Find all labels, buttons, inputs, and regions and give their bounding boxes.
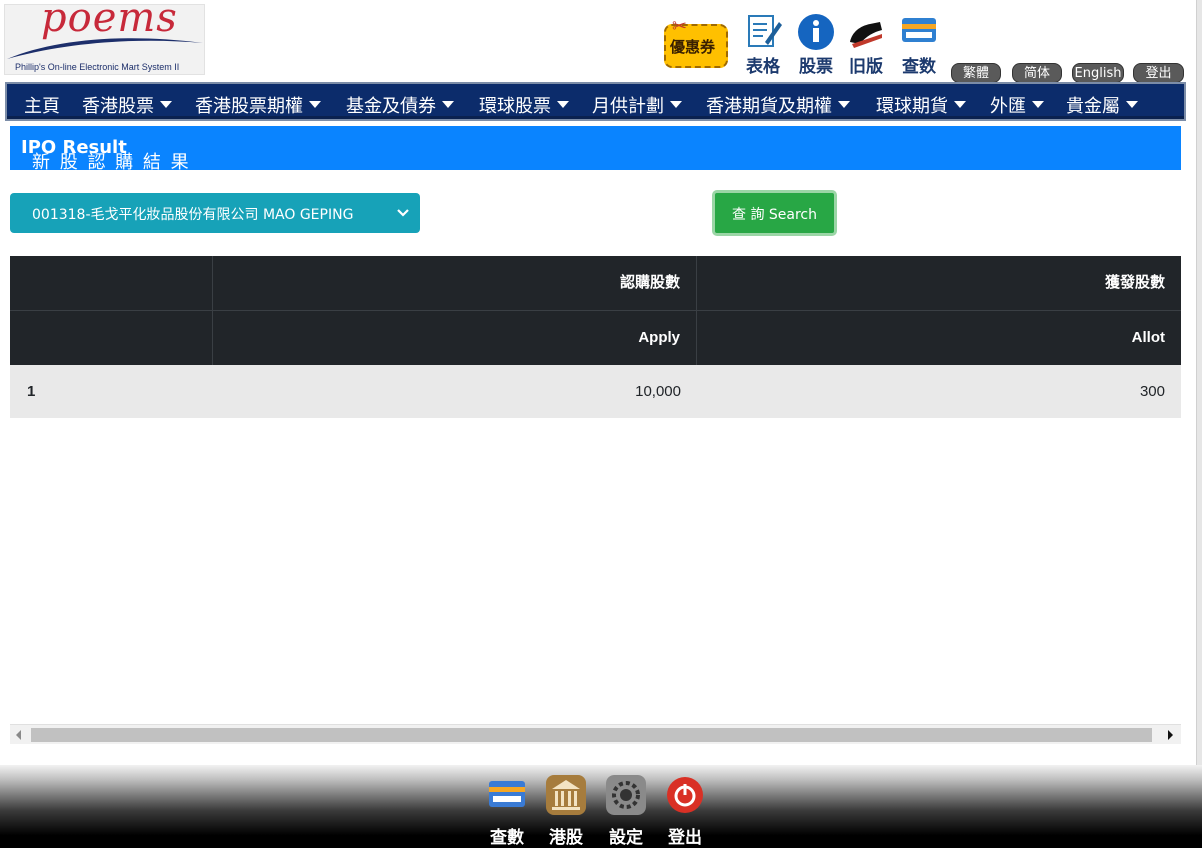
- chevron-down-icon: [1126, 101, 1138, 108]
- bottom-hk-stock-label: 港股: [549, 828, 583, 848]
- form-button[interactable]: 表格: [738, 10, 788, 77]
- horizontal-scrollbar[interactable]: [10, 724, 1181, 744]
- chevron-down-icon: [557, 101, 569, 108]
- chevron-down-icon: [309, 101, 321, 108]
- chevron-down-icon: [160, 101, 172, 108]
- coupon-button[interactable]: ✂ 優惠券: [664, 16, 728, 68]
- lang-simplified-button[interactable]: 简体: [1012, 63, 1062, 83]
- bottom-settings-label: 設定: [609, 828, 643, 848]
- nav-forex[interactable]: 外匯: [990, 92, 1044, 118]
- header-apply-zh: 認購股數: [213, 256, 697, 310]
- table-header-row: 認購股數 獲發股數: [10, 256, 1181, 310]
- nav-precious-metals[interactable]: 貴金屬: [1066, 92, 1138, 118]
- page-title-bar: 新 股 認 購 結 果 IPO Result: [10, 126, 1181, 173]
- chevron-down-icon: [670, 101, 682, 108]
- logo-swoosh-icon: [7, 38, 203, 59]
- logo-tagline: Phillip's On-line Electronic Mart System…: [15, 62, 180, 72]
- account-query-icon: [489, 781, 525, 807]
- bottom-toolbar: 查數 港股 設定 登出: [0, 765, 1202, 848]
- form-icon: [748, 15, 782, 47]
- header-allot-en: Allot: [1131, 329, 1165, 346]
- chevron-down-icon: [1032, 101, 1044, 108]
- row-index: 1: [27, 383, 36, 400]
- account-label: 查数: [902, 57, 936, 77]
- nav-global-stocks[interactable]: 環球股票: [479, 92, 569, 118]
- scroll-left-icon[interactable]: [16, 730, 21, 740]
- settings-icon: [606, 775, 646, 815]
- nav-global-futures[interactable]: 環球期貨: [876, 92, 966, 118]
- search-button[interactable]: 查 詢 Search: [712, 190, 837, 236]
- nav-hk-stocks[interactable]: 香港股票: [82, 92, 172, 118]
- legacy-version-button[interactable]: 旧版: [841, 10, 891, 77]
- lang-traditional-button[interactable]: 繁體: [951, 63, 1001, 83]
- form-label: 表格: [746, 57, 780, 77]
- window-scroll-strip[interactable]: [1196, 0, 1202, 765]
- legacy-icon: [850, 22, 882, 48]
- row-apply: 10,000: [635, 383, 681, 400]
- bottom-hk-stock-button[interactable]: 港股: [538, 775, 594, 848]
- header-index: [10, 256, 213, 310]
- chevron-down-icon: [954, 101, 966, 108]
- nav-monthly-plan[interactable]: 月供計劃: [592, 92, 682, 118]
- coupon-label: 優惠券: [670, 38, 716, 56]
- logout-top-button[interactable]: 登出: [1133, 63, 1184, 83]
- chevron-down-icon: [397, 209, 409, 217]
- stock-select-value: 001318-毛戈平化妝品股份有限公司 MAO GEPING: [32, 207, 354, 223]
- bottom-account-query-label: 查數: [490, 828, 524, 848]
- search-button-label: 查 詢 Search: [732, 207, 817, 223]
- poems-logo[interactable]: poems Phillip's On-line Electronic Mart …: [4, 4, 205, 75]
- bottom-account-query-button[interactable]: 查數: [479, 775, 535, 848]
- stock-info-button[interactable]: 股票: [791, 10, 841, 77]
- scroll-thumb[interactable]: [31, 728, 1152, 742]
- chevron-down-icon: [838, 101, 850, 108]
- stock-info-label: 股票: [799, 57, 833, 77]
- hk-stock-icon: [546, 775, 586, 815]
- main-nav: 主頁 香港股票 香港股票期權 基金及債券 環球股票 月供計劃 香港期貨及期權 環…: [5, 82, 1186, 121]
- bottom-logout-button[interactable]: 登出: [657, 775, 713, 848]
- bottom-logout-label: 登出: [668, 828, 702, 848]
- account-icon: [902, 18, 936, 42]
- bottom-settings-button[interactable]: 設定: [598, 775, 654, 848]
- chevron-down-icon: [442, 101, 454, 108]
- nav-hk-stock-options[interactable]: 香港股票期權: [195, 92, 321, 118]
- nav-hk-futures-options[interactable]: 香港期貨及期權: [706, 92, 850, 118]
- stock-select[interactable]: 001318-毛戈平化妝品股份有限公司 MAO GEPING: [10, 193, 420, 233]
- lang-english-button[interactable]: English: [1072, 63, 1124, 83]
- logout-icon: [667, 777, 703, 813]
- table-header-row: Apply Allot: [10, 310, 1181, 365]
- account-query-button[interactable]: 查数: [894, 10, 944, 77]
- legacy-label: 旧版: [849, 57, 883, 77]
- info-icon: [798, 14, 834, 50]
- scissors-icon: ✂: [672, 16, 688, 37]
- nav-home[interactable]: 主頁: [24, 92, 60, 118]
- ipo-result-table: 認購股數 獲發股數 Apply Allot 1 10,000 300: [10, 256, 1181, 418]
- header-index: [10, 311, 213, 365]
- table-row: 1 10,000 300: [10, 365, 1181, 418]
- header-apply-en: Apply: [213, 311, 697, 365]
- page-title: 新 股 認 購 結 果 IPO Result: [21, 137, 191, 173]
- header-allot-zh: 獲發股數: [1104, 274, 1165, 291]
- row-allot: 300: [1139, 383, 1165, 400]
- nav-funds-bonds[interactable]: 基金及債券: [346, 92, 454, 118]
- scroll-right-icon[interactable]: [1168, 730, 1173, 740]
